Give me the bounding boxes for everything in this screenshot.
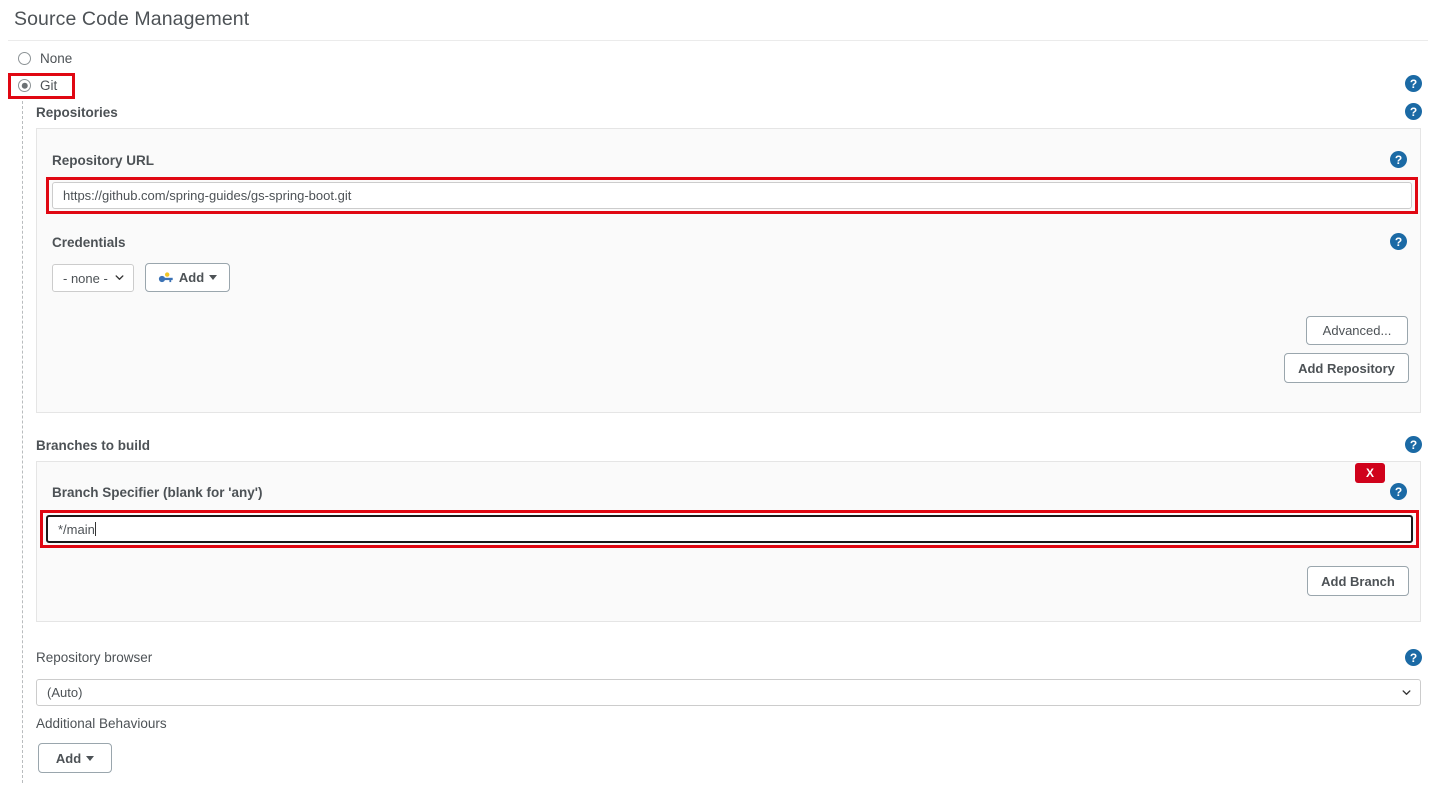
page-title: Source Code Management [14, 8, 250, 30]
help-icon-repository-url[interactable]: ? [1390, 151, 1407, 168]
add-credentials-button[interactable]: Add [145, 263, 230, 292]
text-cursor [95, 522, 97, 536]
title-divider [8, 40, 1428, 41]
scm-configuration-page: Source Code Management None Git Reposito… [0, 0, 1438, 786]
chevron-down-icon [115, 275, 124, 280]
repository-browser-label: Repository browser [36, 650, 153, 665]
add-behaviour-button[interactable]: Add [38, 743, 112, 773]
repositories-section-label: Repositories [36, 105, 118, 120]
repository-browser-selected-value: (Auto) [47, 685, 83, 700]
help-icon-branch-specifier[interactable]: ? [1390, 483, 1407, 500]
branch-specifier-label: Branch Specifier (blank for 'any') [52, 485, 263, 500]
additional-behaviours-label: Additional Behaviours [36, 716, 167, 731]
help-icon-repositories[interactable]: ? [1405, 103, 1422, 120]
caret-down-icon [209, 275, 218, 280]
help-icon-credentials[interactable]: ? [1390, 233, 1407, 250]
branch-specifier-value: */main [58, 521, 95, 537]
delete-branch-button[interactable]: X [1355, 463, 1385, 483]
add-behaviour-label: Add [55, 750, 82, 766]
help-icon-scm[interactable]: ? [1405, 75, 1422, 92]
nesting-guideline [22, 101, 23, 783]
add-repository-button[interactable]: Add Repository [1284, 353, 1409, 383]
branches-section-label: Branches to build [36, 438, 151, 453]
credentials-select[interactable]: - none - [52, 264, 134, 292]
scm-option-git[interactable]: Git [18, 78, 57, 93]
radio-none-icon[interactable] [18, 52, 31, 65]
repositories-panel [36, 128, 1421, 413]
add-credentials-label: Add [178, 270, 205, 285]
radio-git-icon[interactable] [18, 79, 31, 92]
scm-option-none-label: None [40, 51, 73, 66]
repository-url-input[interactable]: https://github.com/spring-guides/gs-spri… [52, 182, 1412, 209]
add-branch-button[interactable]: Add Branch [1307, 566, 1409, 596]
scm-option-git-label: Git [40, 78, 58, 93]
help-icon-branches-to-build[interactable]: ? [1405, 436, 1422, 453]
credentials-selected-value: - none - [63, 270, 108, 286]
help-icon-repository-browser[interactable]: ? [1405, 649, 1422, 666]
key-icon [158, 271, 173, 282]
chevron-down-icon [1402, 689, 1411, 695]
branch-specifier-input[interactable]: */main [46, 515, 1413, 543]
advanced-button[interactable]: Advanced... [1306, 316, 1408, 345]
scm-option-none[interactable]: None [18, 51, 72, 66]
credentials-label: Credentials [52, 235, 126, 250]
caret-down-icon [86, 755, 95, 761]
repository-url-label: Repository URL [52, 153, 155, 168]
repository-browser-select[interactable]: (Auto) [36, 679, 1421, 706]
